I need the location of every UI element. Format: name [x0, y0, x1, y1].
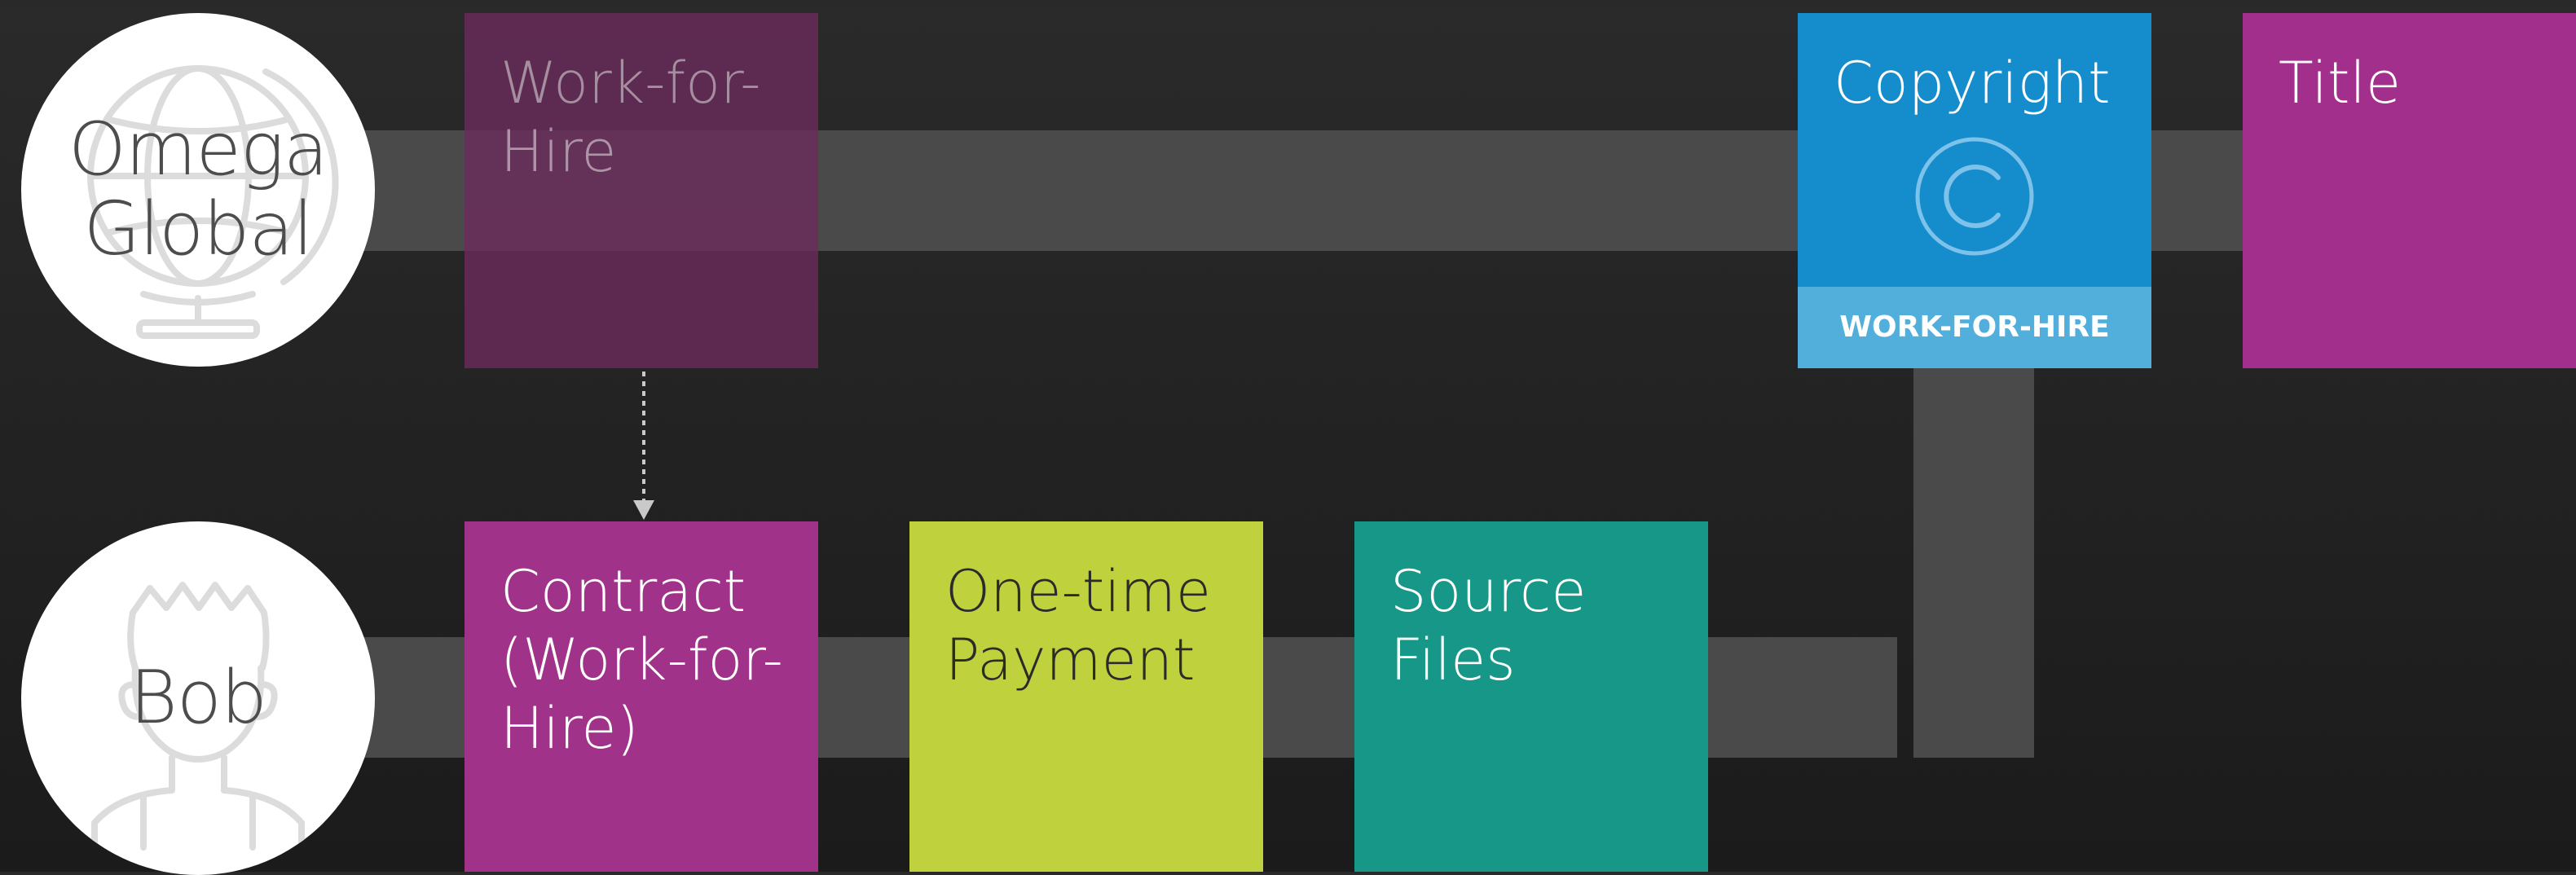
- bob-avatar: Bob: [21, 521, 375, 875]
- source-to-copyright-connector: [1913, 368, 2034, 758]
- contract-box: Contract (Work-for-Hire): [465, 521, 818, 872]
- work-for-hire-box: Work-for-Hire: [465, 13, 818, 368]
- copyright-box: Copyright WORK-FOR-HIRE: [1798, 13, 2151, 368]
- contract-label: Contract (Work-for-Hire): [500, 558, 783, 762]
- work-for-hire-label: Work-for-Hire: [500, 50, 761, 185]
- omega-global-name: Omega Global: [68, 107, 328, 272]
- title-label: Title: [2279, 50, 2402, 117]
- payment-box: One-time Payment: [909, 521, 1263, 872]
- source-files-label: Source Files: [1390, 558, 1587, 693]
- payment-label: One-time Payment: [945, 558, 1211, 693]
- copyright-label: Copyright: [1834, 50, 2111, 117]
- title-box: Title: [2243, 13, 2576, 368]
- copyright-footer: WORK-FOR-HIRE: [1798, 287, 2151, 368]
- copyright-icon: [1915, 137, 2034, 256]
- bob-name: Bob: [129, 655, 267, 741]
- source-files-box: Source Files: [1354, 521, 1708, 872]
- omega-global-avatar: Omega Global: [21, 13, 375, 367]
- dotted-arrow: [633, 372, 654, 520]
